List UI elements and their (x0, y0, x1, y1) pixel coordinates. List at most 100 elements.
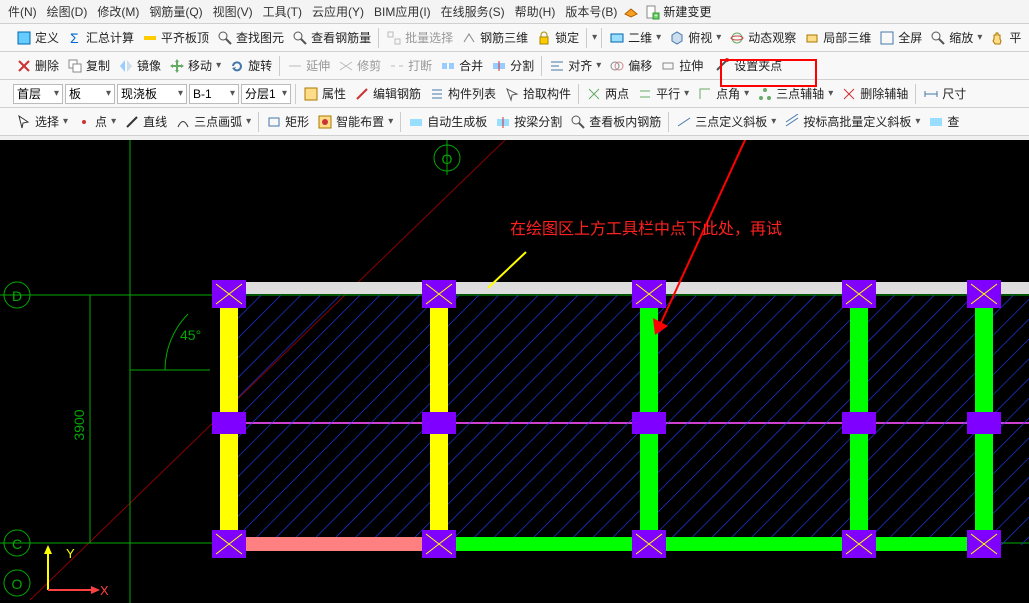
menu-help[interactable]: 帮助(H) (511, 1, 560, 22)
break-icon (389, 58, 405, 74)
view-button[interactable]: 查 (925, 111, 962, 132)
para-icon (637, 86, 653, 102)
prop-button[interactable]: 属性 (300, 83, 349, 104)
steel3d-button[interactable]: 钢筋三维 (458, 27, 531, 48)
setgrip-button[interactable]: 设置夹点 (708, 54, 789, 77)
pick-icon (504, 86, 520, 102)
drawing-canvas[interactable]: O D C O (0, 140, 1029, 603)
view2-icon (928, 114, 944, 130)
sum-button[interactable]: Σ汇总计算 (64, 27, 137, 48)
chevron-down-icon: ▾ (281, 88, 287, 99)
line-icon (124, 114, 140, 130)
stretch-icon (660, 58, 676, 74)
define-icon (16, 30, 32, 46)
dyn-button[interactable]: 动态观察 (726, 27, 799, 48)
delete-button[interactable]: 删除 (13, 55, 62, 76)
topview-button[interactable]: 俯视▾ (666, 27, 724, 48)
rect-button[interactable]: 矩形 (263, 111, 312, 132)
define-button[interactable]: 定义 (13, 27, 62, 48)
menu-draw[interactable]: 绘图(D) (43, 1, 92, 22)
toolbar-1: 定义 Σ汇总计算 平齐板顶 查找图元 查看钢筋量 批量选择 钢筋三维 锁定 ▾ … (0, 24, 1029, 52)
hand-icon (990, 30, 1006, 46)
batch-button[interactable]: 批量选择 (383, 27, 456, 48)
doc-plus-icon: + (644, 4, 660, 20)
menu-tools[interactable]: 工具(T) (259, 1, 306, 22)
tilt3-button[interactable]: 三点定义斜板▾ (673, 111, 779, 132)
local3d-button[interactable]: 局部三维 (801, 27, 874, 48)
break-button[interactable]: 打断 (386, 55, 435, 76)
layer-combo[interactable]: 分层1▾ (241, 84, 291, 104)
toolbar-3: 首层▾ 板▾ 现浇板▾ B-1▾ 分层1▾ 属性 编辑钢筋 构件列表 拾取构件 … (0, 80, 1029, 108)
flat-button[interactable]: 平齐板顶 (139, 27, 212, 48)
steel-button[interactable]: 查看钢筋量 (289, 27, 374, 48)
para-button[interactable]: 平行▾ (634, 83, 692, 104)
pick-button[interactable]: 拾取构件 (501, 83, 574, 104)
new-change-button[interactable]: + 新建变更 (641, 1, 714, 22)
inslab-button[interactable]: 查看板内钢筋 (567, 111, 664, 132)
zoom-icon (930, 30, 946, 46)
arc3-button[interactable]: 三点画弧▾ (172, 111, 254, 132)
svg-text:X: X (100, 583, 109, 598)
menu-bim[interactable]: BIM应用(I) (370, 1, 435, 22)
list-button[interactable]: 构件列表 (426, 83, 499, 104)
two-button[interactable]: 两点 (583, 83, 632, 104)
slab-combo[interactable]: 板▾ (65, 84, 115, 104)
point-button[interactable]: 点▾ (73, 111, 119, 132)
hat-icon[interactable] (623, 4, 639, 20)
menu-version[interactable]: 版本号(B) (561, 1, 621, 22)
floor-combo[interactable]: 首层▾ (13, 84, 63, 104)
menu-view[interactable]: 视图(V) (209, 1, 257, 22)
align-button[interactable]: 对齐▾ (546, 55, 604, 76)
editsteel-button[interactable]: 编辑钢筋 (351, 83, 424, 104)
pan-button[interactable]: 平 (987, 27, 1024, 48)
chevron-down-icon: ▾ (53, 88, 59, 99)
menu-modify[interactable]: 修改(M) (93, 1, 143, 22)
merge-button[interactable]: 合并 (437, 55, 486, 76)
stretch-button[interactable]: 拉伸 (657, 55, 706, 76)
lock-button[interactable]: 锁定 (533, 27, 582, 48)
delaux-button[interactable]: 删除辅轴 (838, 83, 911, 104)
rotate-button[interactable]: 旋转 (226, 55, 275, 76)
tilt-button[interactable]: 按标高批量定义斜板▾ (781, 111, 923, 132)
menu-cloud[interactable]: 云应用(Y) (308, 1, 368, 22)
merge-icon (440, 58, 456, 74)
beam-button[interactable]: 按梁分割 (492, 111, 565, 132)
cast-combo[interactable]: 现浇板▾ (117, 84, 187, 104)
dims-button[interactable]: 尺寸 (920, 83, 969, 104)
fullscreen-button[interactable]: 全屏 (876, 27, 925, 48)
fullscreen-icon (879, 30, 895, 46)
zoom-button[interactable]: 缩放▾ (927, 27, 985, 48)
move-button[interactable]: 移动▾ (166, 55, 224, 76)
annotation-text: 在绘图区上方工具栏中点下此处，再试 (510, 215, 782, 239)
chevron-down-icon[interactable]: ▾ (591, 32, 597, 43)
threeaux-button[interactable]: 三点辅轴▾ (754, 83, 836, 104)
lock-icon (536, 30, 552, 46)
find-button[interactable]: 查找图元 (214, 27, 287, 48)
delete-icon (16, 58, 32, 74)
editsteel-icon (354, 86, 370, 102)
extend-button[interactable]: 延伸 (284, 55, 333, 76)
menu-online[interactable]: 在线服务(S) (437, 1, 509, 22)
menu-steel[interactable]: 钢筋量(Q) (145, 1, 206, 22)
svg-text:Y: Y (66, 546, 75, 561)
corner-button[interactable]: 点角▾ (694, 83, 752, 104)
prop-icon (303, 86, 319, 102)
menu-file[interactable]: 件(N) (4, 1, 41, 22)
toolbar-4: 选择▾ 点▾ 直线 三点画弧▾ 矩形 智能布置▾ 自动生成板 按梁分割 查看板内… (0, 108, 1029, 136)
view2d-button[interactable]: 二维▾ (606, 27, 664, 48)
b1-combo[interactable]: B-1▾ (189, 84, 239, 104)
smart-button[interactable]: 智能布置▾ (314, 111, 396, 132)
rotate-icon (229, 58, 245, 74)
trim-button[interactable]: 修剪 (335, 55, 384, 76)
inslab-icon (570, 114, 586, 130)
autogen-button[interactable]: 自动生成板 (405, 111, 490, 132)
copy-button[interactable]: 复制 (64, 55, 113, 76)
chevron-down-icon: ▾ (105, 88, 111, 99)
toolbar-2: 删除 复制 镜像 移动▾ 旋转 延伸 修剪 打断 合并 分割 对齐▾ 偏移 拉伸… (0, 52, 1029, 80)
mirror-button[interactable]: 镜像 (115, 55, 164, 76)
offset-button[interactable]: 偏移 (606, 55, 655, 76)
select-button[interactable]: 选择▾ (13, 111, 71, 132)
tilt-icon (784, 114, 800, 130)
line-button[interactable]: 直线 (121, 111, 170, 132)
split-button[interactable]: 分割 (488, 55, 537, 76)
